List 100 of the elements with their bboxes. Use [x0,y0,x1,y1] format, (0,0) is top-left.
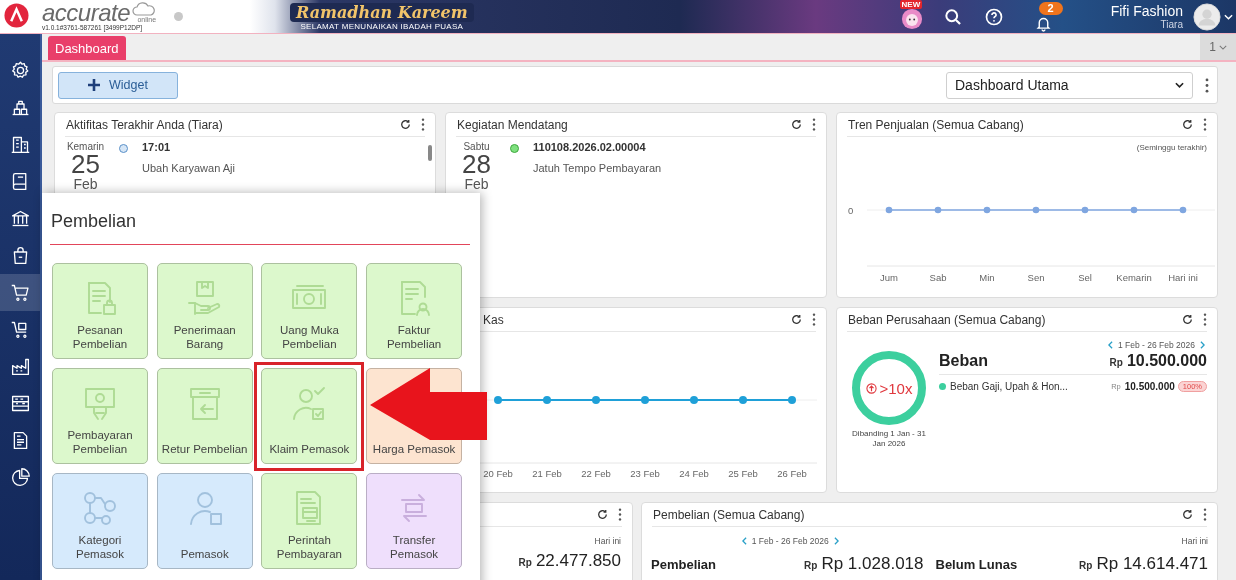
more-icon[interactable] [1203,118,1207,131]
day-label: Sabtu [463,141,490,152]
menu-tile[interactable]: Uang Muka Pembelian [261,263,358,359]
period-label: 1 Feb - 26 Feb 2026 [751,536,829,546]
scrollbar-thumb[interactable] [428,145,432,161]
banner-subtitle: SELAMAT MENUNAIKAN IBADAH PUASA [300,21,464,31]
menu-tile[interactable]: Perintah Pembayaran [261,473,358,569]
refresh-icon[interactable] [596,508,609,521]
card-title: Aktifitas Terakhir Anda (Tiara) [65,117,223,132]
menu-tile[interactable]: Pembayaran Pembelian [52,368,148,464]
entry-number[interactable]: 110108.2026.02.00004 [533,141,662,153]
figure-amount: Rp 1.028.018 [821,554,924,574]
factory-icon [9,356,31,377]
x-tick-label: 26 Feb [777,468,807,479]
menu-tile[interactable]: Retur Pembelian [156,368,253,464]
more-icon[interactable] [812,118,816,131]
x-tick-label: Kemarin [1116,272,1152,283]
card-title: Kas [482,312,504,327]
figure-amount: Rp 14.614.471 [1096,554,1208,574]
card-title: Kegiatan Mendatang [456,117,568,132]
x-tick-label: Sen [1027,272,1045,283]
legend-amount: 10.500.000 [1124,381,1175,392]
more-icon[interactable] [1203,508,1207,521]
tab[interactable]: Dashboard [48,36,126,60]
chevron-left-icon[interactable] [1107,341,1113,349]
date-number: 25 [71,152,100,177]
period-label: Hari ini [1181,536,1208,546]
logo-icon [4,2,29,28]
avatar-icon[interactable] [1193,2,1221,31]
figure-label: Belum Lunas [935,557,1018,572]
menu-tile[interactable]: Kategori Pemasok [52,473,148,569]
chevron-down-icon [1218,44,1227,50]
more-icon[interactable] [812,313,816,326]
comparison-value: >10x [879,379,913,397]
menu-tile[interactable]: Pemasok [156,473,253,569]
refresh-icon[interactable] [1181,508,1194,521]
chevron-right-icon[interactable] [833,537,839,545]
pie-chart-icon [9,467,31,488]
new-badge: NEW [899,0,923,9]
add-widget-button[interactable]: Widget [58,71,178,99]
entry-description: Jatuh Tempo Pembayaran [533,162,662,174]
x-tick-label: 22 Feb [581,468,611,479]
dashboard-select[interactable]: Dashboard Utama [946,71,1193,99]
menu-tile[interactable]: Transfer Pemasok [366,473,463,569]
refresh-icon[interactable] [1181,118,1194,131]
menu-tile[interactable]: Penerimaan Barang [156,263,253,359]
date-number: 28 [462,152,491,177]
refresh-icon[interactable] [790,313,803,326]
x-tick-label: Sel [1078,272,1092,283]
refresh-icon[interactable] [399,118,412,131]
banner-dot-icon [174,11,184,21]
expense-label: Beban [939,352,988,370]
timeline-dot [510,144,519,153]
mascot-icon[interactable] [900,7,923,30]
chevron-left-icon[interactable] [741,537,747,545]
x-tick-label: 24 Feb [679,468,709,479]
more-icon[interactable] [1205,77,1209,93]
refresh-icon[interactable] [790,118,803,131]
card-title: Tren Penjualan (Semua Cabang) [847,117,1024,132]
company-name: Fifi Fashion [1110,3,1183,19]
x-tick-label: Jum [880,272,898,283]
cart-icon [9,282,31,303]
figure-label: Pembelian [651,557,717,572]
day-label: Kemarin [66,141,105,152]
banner-title: Ramadhan Kareem [290,2,474,22]
currency-label: Rp [1109,357,1123,368]
settings-icon [9,60,31,81]
x-tick-label: 23 Feb [630,468,660,479]
more-icon[interactable] [618,508,622,521]
period-label: Hari ini [594,536,621,546]
more-icon[interactable] [1203,313,1207,326]
more-icon[interactable] [421,118,425,131]
currency-label: Rp [518,557,532,568]
help-icon[interactable] [983,6,1004,27]
card-title: Beban Perusahaan (Semua Cabang) [847,312,1046,327]
shelves-icon [9,393,31,414]
user-name: Tiara [1160,19,1183,30]
refresh-icon[interactable] [1181,313,1194,326]
x-tick-label: Hari ini [1168,272,1198,283]
currency-label: Rp [1079,560,1093,571]
x-tick-label: 21 Feb [532,468,562,479]
balance-amount: 22.477.850 [535,551,621,571]
chevron-right-icon[interactable] [1200,341,1205,349]
menu-tile[interactable]: Pesanan Pembelian [52,263,148,359]
chevron-down-icon[interactable] [1224,13,1233,20]
month-label: Feb [73,177,98,191]
bank-icon [9,208,31,229]
timeline-dot [119,144,128,153]
arrow-up-circle-icon [865,382,877,394]
x-tick-label: Min [979,272,995,283]
menu-tile[interactable]: Faktur Pembelian [366,263,463,359]
expense-total: 10.500.000 [1126,352,1207,370]
chevron-down-icon [1175,82,1184,88]
search-icon[interactable] [942,6,963,27]
entry-description: Ubah Karyawan Aji [142,162,235,174]
x-tick-label: 20 Feb [483,468,513,479]
page-selector[interactable]: 1 [1200,34,1236,60]
x-tick-label: Sab [929,272,947,283]
menu-tile[interactable]: Klaim Pemasok [261,368,358,464]
popup-title: Pembelian [50,205,470,245]
